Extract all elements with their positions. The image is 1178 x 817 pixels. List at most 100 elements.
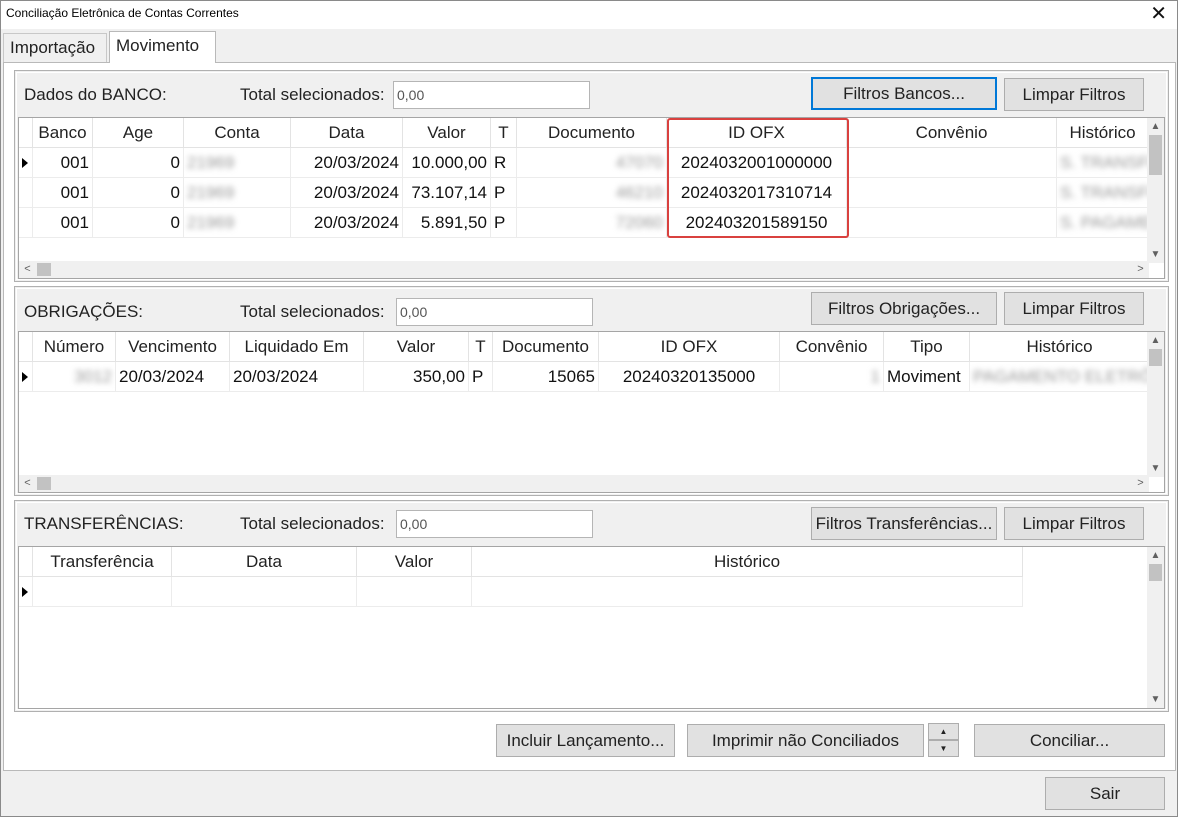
tab-movimento[interactable]: Movimento <box>109 31 216 63</box>
cell-convenio[interactable] <box>847 148 1057 178</box>
cell-historico[interactable]: PAGAMENTO ELETRÔ <box>970 362 1150 392</box>
filtros-bancos-button[interactable]: Filtros Bancos... <box>811 77 997 110</box>
cell-historico[interactable] <box>472 577 1023 607</box>
scroll-thumb[interactable] <box>1149 564 1162 581</box>
cell-valor[interactable]: 5.891,50 <box>403 208 491 238</box>
cell-age[interactable]: 0 <box>93 208 184 238</box>
cell-convenio[interactable] <box>847 178 1057 208</box>
cell-t[interactable]: P <box>469 362 493 392</box>
conciliar-button[interactable]: Conciliar... <box>974 724 1165 757</box>
col-vencimento[interactable]: Vencimento <box>116 332 230 362</box>
scroll-down-icon[interactable]: ▼ <box>1147 460 1164 477</box>
sair-button[interactable]: Sair <box>1045 777 1165 810</box>
banco-horizontal-scrollbar[interactable]: < > <box>19 261 1149 278</box>
scroll-right-icon[interactable]: > <box>1132 261 1149 278</box>
cell-age[interactable]: 0 <box>93 148 184 178</box>
scroll-up-icon[interactable]: ▲ <box>1147 118 1164 135</box>
cell-data[interactable] <box>172 577 357 607</box>
obrigacoes-vertical-scrollbar[interactable]: ▲ ▼ <box>1147 332 1164 477</box>
banco-vertical-scrollbar[interactable]: ▲ ▼ <box>1147 118 1164 263</box>
col-historico[interactable]: Histórico <box>1057 118 1149 148</box>
row-selector[interactable] <box>19 577 33 607</box>
cell-convenio[interactable]: 1 <box>780 362 884 392</box>
cell-t[interactable]: P <box>491 178 517 208</box>
scroll-down-icon[interactable]: ▼ <box>1147 246 1164 263</box>
filtros-transferencias-button[interactable]: Filtros Transferências... <box>811 507 997 540</box>
cell-vencimento[interactable]: 20/03/2024 <box>116 362 230 392</box>
col-data[interactable]: Data <box>291 118 403 148</box>
cell-age[interactable]: 0 <box>93 178 184 208</box>
cell-transferencia[interactable] <box>33 577 172 607</box>
incluir-lancamento-button[interactable]: Incluir Lançamento... <box>496 724 675 757</box>
col-convenio[interactable]: Convênio <box>780 332 884 362</box>
col-numero[interactable]: Número <box>33 332 116 362</box>
cell-historico[interactable]: S. PAGAMENT <box>1057 208 1149 238</box>
col-t[interactable]: T <box>491 118 517 148</box>
banco-limpar-filtros-button[interactable]: Limpar Filtros <box>1004 78 1144 111</box>
obrigacoes-total-field[interactable]: 0,00 <box>396 298 593 326</box>
banco-total-field[interactable]: 0,00 <box>393 81 590 109</box>
cell-documento[interactable]: 72060 <box>517 208 667 238</box>
cell-banco[interactable]: 001 <box>33 148 93 178</box>
col-valor[interactable]: Valor <box>364 332 469 362</box>
imprimir-nao-conciliados-button[interactable]: Imprimir não Conciliados <box>687 724 924 757</box>
col-age[interactable]: Age <box>93 118 184 148</box>
cell-t[interactable]: R <box>491 148 517 178</box>
scroll-thumb[interactable] <box>1149 349 1162 366</box>
col-data[interactable]: Data <box>172 547 357 577</box>
spin-up-icon[interactable]: ▲ <box>928 723 959 740</box>
obrigacoes-grid[interactable]: Número Vencimento Liquidado Em Valor T D… <box>18 331 1165 493</box>
scroll-thumb[interactable] <box>1149 135 1162 175</box>
tab-importacao[interactable]: Importação <box>3 33 107 62</box>
transferencias-total-field[interactable]: 0,00 <box>396 510 593 538</box>
scroll-right-icon[interactable]: > <box>1132 475 1149 492</box>
cell-valor[interactable] <box>357 577 472 607</box>
col-convenio[interactable]: Convênio <box>847 118 1057 148</box>
scroll-up-icon[interactable]: ▲ <box>1147 332 1164 349</box>
scroll-left-icon[interactable]: < <box>19 475 36 492</box>
row-selector[interactable] <box>19 178 33 208</box>
cell-banco[interactable]: 001 <box>33 178 93 208</box>
col-valor[interactable]: Valor <box>357 547 472 577</box>
cell-conta[interactable]: 21969 <box>184 148 291 178</box>
scroll-thumb[interactable] <box>37 477 51 490</box>
cell-t[interactable]: P <box>491 208 517 238</box>
cell-historico[interactable]: S. TRANSFERÊN <box>1057 148 1149 178</box>
col-transferencia[interactable]: Transferência <box>33 547 172 577</box>
cell-data[interactable]: 20/03/2024 <box>291 148 403 178</box>
cell-id-ofx[interactable]: 20240320135000 <box>599 362 780 392</box>
col-historico[interactable]: Histórico <box>970 332 1150 362</box>
col-documento[interactable]: Documento <box>493 332 599 362</box>
scroll-left-icon[interactable]: < <box>19 261 36 278</box>
close-icon[interactable]: ✕ <box>1150 3 1167 25</box>
obrigacoes-limpar-filtros-button[interactable]: Limpar Filtros <box>1004 292 1144 325</box>
cell-tipo[interactable]: Moviment <box>884 362 970 392</box>
col-documento[interactable]: Documento <box>517 118 667 148</box>
cell-numero[interactable]: 3012 <box>33 362 116 392</box>
transferencias-grid[interactable]: Transferência Data Valor Histórico ▲ ▼ <box>18 546 1165 709</box>
cell-valor[interactable]: 73.107,14 <box>403 178 491 208</box>
cell-valor[interactable]: 10.000,00 <box>403 148 491 178</box>
cell-documento[interactable]: 15065 <box>493 362 599 392</box>
scroll-thumb[interactable] <box>37 263 51 276</box>
imprimir-spinner[interactable]: ▲ ▼ <box>928 723 959 757</box>
transferencias-limpar-filtros-button[interactable]: Limpar Filtros <box>1004 507 1144 540</box>
cell-convenio[interactable] <box>847 208 1057 238</box>
col-liquidado-em[interactable]: Liquidado Em <box>230 332 364 362</box>
cell-conta[interactable]: 21969 <box>184 208 291 238</box>
col-tipo[interactable]: Tipo <box>884 332 970 362</box>
obrigacoes-horizontal-scrollbar[interactable]: < > <box>19 475 1149 492</box>
cell-liquidado-em[interactable]: 20/03/2024 <box>230 362 364 392</box>
col-conta[interactable]: Conta <box>184 118 291 148</box>
transferencias-vertical-scrollbar[interactable]: ▲ ▼ <box>1147 547 1164 708</box>
cell-historico[interactable]: S. TRANSFERÊN <box>1057 178 1149 208</box>
row-selector[interactable] <box>19 208 33 238</box>
cell-valor[interactable]: 350,00 <box>364 362 469 392</box>
col-banco[interactable]: Banco <box>33 118 93 148</box>
banco-grid[interactable]: Banco Age Conta Data Valor T Documento I… <box>18 117 1165 279</box>
cell-documento[interactable]: 47070 <box>517 148 667 178</box>
scroll-down-icon[interactable]: ▼ <box>1147 691 1164 708</box>
col-id-ofx[interactable]: ID OFX <box>599 332 780 362</box>
cell-documento[interactable]: 46210 <box>517 178 667 208</box>
row-selector[interactable] <box>19 362 33 392</box>
